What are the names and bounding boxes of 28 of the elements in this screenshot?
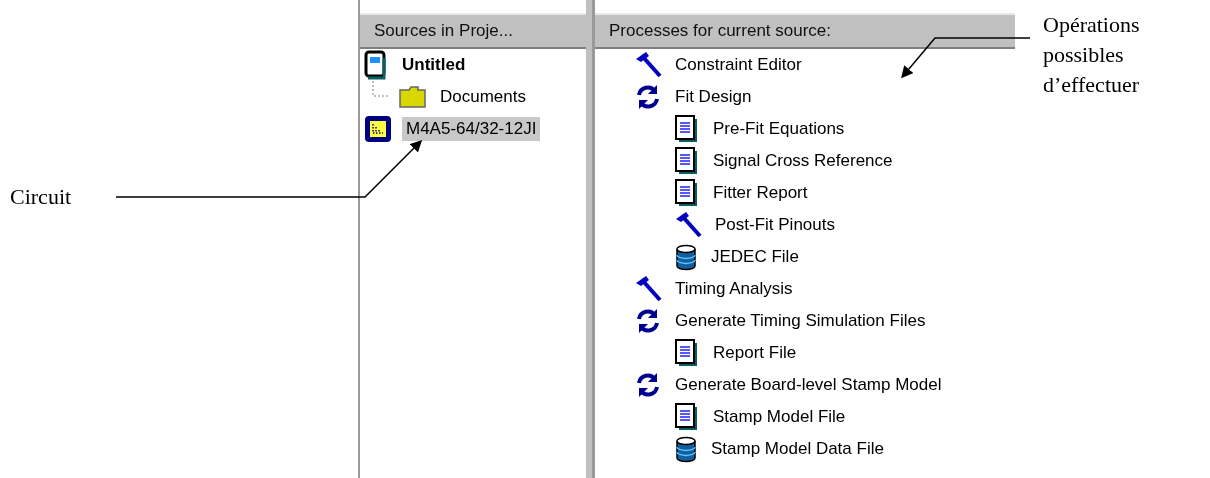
database-icon <box>673 243 699 271</box>
source-item[interactable]: Untitled <box>398 53 470 77</box>
process-item[interactable]: Constraint Editor <box>671 53 806 77</box>
process-item[interactable]: Pre-Fit Equations <box>709 117 849 141</box>
chip-icon <box>362 113 394 145</box>
panel-splitter[interactable] <box>586 0 593 478</box>
process-item[interactable]: Generate Timing Simulation Files <box>671 309 930 333</box>
database-icon <box>673 435 699 463</box>
process-item[interactable]: Timing Analysis <box>671 277 797 301</box>
process-item[interactable]: Post-Fit Pinouts <box>711 213 839 237</box>
tree-connector <box>372 81 390 97</box>
column-header[interactable]: Sources in Proje... <box>360 13 586 49</box>
process-item[interactable]: Fit Design <box>671 85 756 109</box>
column-header[interactable]: Processes for current source: <box>595 13 1015 49</box>
folder-icon <box>398 84 428 110</box>
annotation-label: d’effectuer <box>1043 71 1140 99</box>
process-item[interactable]: Stamp Model Data File <box>707 437 888 461</box>
process-item[interactable]: JEDEC File <box>707 245 803 269</box>
process-item[interactable]: Signal Cross Reference <box>709 149 897 173</box>
process-item[interactable]: Report File <box>709 341 801 365</box>
process-item[interactable]: Stamp Model File <box>709 405 850 429</box>
annotation-label: Opérations <box>1043 11 1140 39</box>
process-item[interactable]: Fitter Report <box>709 181 812 205</box>
annotation-label: possibles <box>1043 41 1125 69</box>
source-item[interactable]: Documents <box>436 85 530 109</box>
process-item[interactable]: Generate Board-level Stamp Model <box>671 373 946 397</box>
source-item[interactable]: M4A5-64/32-12JI <box>402 117 541 141</box>
annotation-label: Circuit <box>10 183 73 211</box>
